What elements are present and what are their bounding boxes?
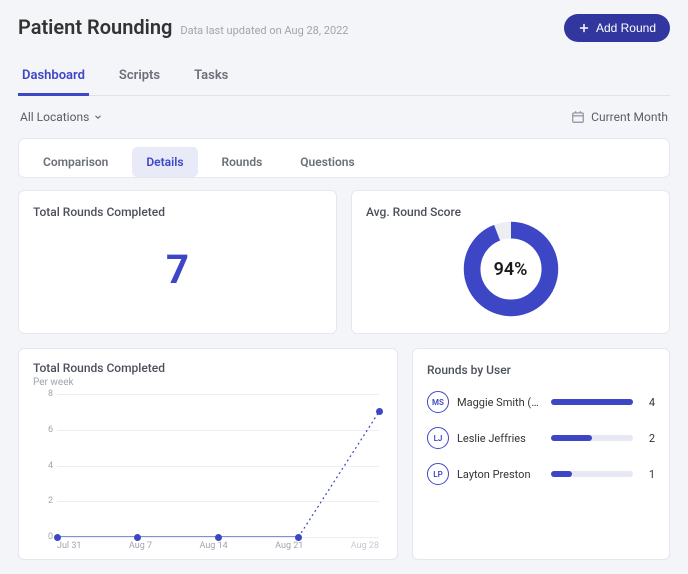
user-count: 2: [641, 432, 655, 445]
rounds-line-card: Total Rounds Completed Per week 0 2 4 6 8 Ju…: [18, 348, 398, 560]
y-tick-label: 8: [33, 389, 53, 399]
sub-tabs: Comparison Details Rounds Questions: [18, 138, 670, 178]
rounds-line-subtitle: Per week: [33, 377, 383, 388]
data-point: [54, 534, 61, 541]
user-count: 1: [641, 468, 655, 481]
rounds-line-title: Total Rounds Completed: [33, 361, 383, 375]
subtab-details[interactable]: Details: [132, 147, 197, 177]
total-rounds-title: Total Rounds Completed: [33, 205, 322, 219]
tab-dashboard[interactable]: Dashboard: [18, 60, 89, 96]
x-tick-label: Jul 31: [57, 541, 81, 551]
page-title: Patient Rounding: [18, 15, 172, 39]
avg-score-title: Avg. Round Score: [366, 205, 655, 219]
user-row: LP Layton Preston 1: [427, 463, 655, 485]
y-tick-label: 2: [33, 496, 53, 506]
avatar: LJ: [427, 427, 449, 449]
x-tick-label: Aug 14: [200, 541, 228, 551]
avg-score-donut: 94%: [461, 219, 561, 319]
add-round-label: Add Round: [596, 21, 656, 35]
x-tick-label: Aug 28: [351, 541, 379, 551]
page-subtitle: Data last updated on Aug 28, 2022: [180, 24, 348, 37]
total-rounds-card: Total Rounds Completed 7: [18, 190, 337, 334]
chevron-down-icon: [93, 112, 103, 122]
avg-score-card: Avg. Round Score 94%: [351, 190, 670, 334]
user-name: Maggie Smith (Y…: [457, 396, 543, 409]
data-point: [376, 408, 383, 415]
subtab-questions[interactable]: Questions: [286, 147, 368, 177]
user-bar: [551, 435, 633, 441]
rounds-line-xaxis: Jul 31 Aug 7 Aug 14 Aug 21 Aug 28: [33, 541, 383, 551]
tab-tasks[interactable]: Tasks: [190, 60, 232, 96]
data-point: [295, 534, 302, 541]
x-tick-label: Aug 7: [129, 541, 152, 551]
y-tick-label: 4: [33, 461, 53, 471]
avg-score-value: 94%: [461, 219, 561, 319]
user-row: MS Maggie Smith (Y… 4: [427, 391, 655, 413]
avatar: LP: [427, 463, 449, 485]
add-round-button[interactable]: Add Round: [564, 14, 670, 42]
x-tick-label: Aug 21: [275, 541, 303, 551]
tab-scripts[interactable]: Scripts: [115, 60, 164, 96]
plus-icon: [578, 22, 590, 34]
y-tick-label: 0: [33, 532, 53, 542]
user-bar: [551, 471, 633, 477]
rounds-by-user-card: Rounds by User MS Maggie Smith (Y… 4 LJ Lesl…: [412, 348, 670, 560]
rounds-line-chart: 02468: [33, 394, 383, 537]
subtab-comparison[interactable]: Comparison: [29, 147, 122, 177]
calendar-icon: [571, 110, 585, 124]
total-rounds-value: 7: [33, 219, 322, 319]
user-bar: [551, 399, 633, 405]
user-row: LJ Leslie Jeffries 2: [427, 427, 655, 449]
data-point: [134, 534, 141, 541]
period-dropdown[interactable]: Current Month: [571, 110, 668, 124]
location-label: All Locations: [20, 110, 89, 124]
avatar: MS: [427, 391, 449, 413]
rounds-by-user-title: Rounds by User: [427, 363, 655, 377]
subtab-rounds[interactable]: Rounds: [208, 147, 277, 177]
period-label: Current Month: [591, 110, 668, 124]
location-dropdown[interactable]: All Locations: [20, 110, 103, 124]
user-name: Leslie Jeffries: [457, 432, 543, 445]
y-tick-label: 6: [33, 425, 53, 435]
main-tabs: Dashboard Scripts Tasks: [18, 60, 670, 96]
user-name: Layton Preston: [457, 468, 543, 481]
user-count: 4: [641, 396, 655, 409]
data-point: [215, 534, 222, 541]
